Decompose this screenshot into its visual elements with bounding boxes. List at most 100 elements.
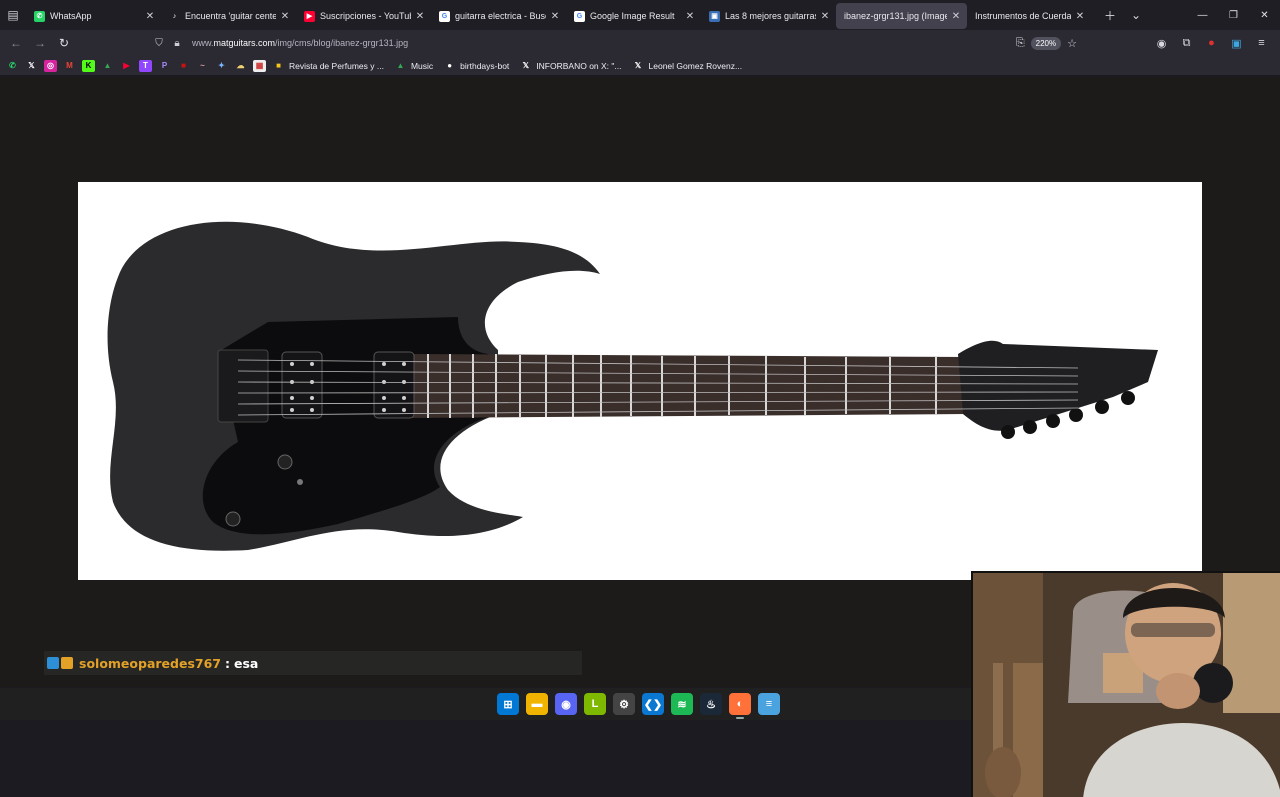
tab-title: Las 8 mejores guitarras eléc	[725, 11, 816, 21]
bookmark-item[interactable]: ▲ Music	[394, 60, 433, 72]
file-explorer-icon[interactable]: ▬	[526, 693, 548, 715]
tab-title: Suscripciones - YouTube	[320, 11, 411, 21]
close-window-icon[interactable]: ✕	[1249, 0, 1280, 30]
whatsapp-icon: ✆	[34, 10, 45, 22]
zoom-badge[interactable]: 220%	[1030, 36, 1062, 50]
bookmark-label: Music	[410, 60, 434, 71]
screenshot-icon[interactable]: ⎘	[1016, 37, 1025, 50]
live-app-icon[interactable]: L	[584, 693, 606, 715]
close-tab-icon[interactable]: ✕	[951, 11, 961, 22]
new-tab-icon[interactable]: ＋	[1097, 0, 1123, 30]
tab-5[interactable]: G Google Image Result ✕	[566, 3, 701, 29]
address-bar[interactable]: ⛉ 🔒︎ www.matguitars.com/img/cms/blog/iba…	[150, 33, 1080, 53]
bookmark-icon: ■	[276, 61, 281, 70]
youtube-bookmark-icon[interactable]: ▶	[120, 60, 133, 72]
taskbar: ⊞ ▬ ◉ L ⚙ ❮❯ ≋ ♨ ◐ ≡	[0, 688, 971, 720]
close-tab-icon[interactable]: ✕	[145, 11, 155, 22]
menu-icon[interactable]: ≡	[1249, 37, 1274, 49]
forward-icon[interactable]: →	[28, 30, 52, 56]
bookmark-label: Revista de Perfumes y ...	[289, 60, 384, 71]
url-domain: matguitars.com	[213, 38, 276, 48]
spotify-icon[interactable]: ≋	[671, 693, 693, 715]
site-icon: ▣	[709, 10, 720, 22]
tab-bar: ▤ ✆ WhatsApp ✕ ♪ Encuentra 'guitar center' e…	[0, 0, 1280, 30]
github-icon: ●	[447, 61, 453, 70]
close-tab-icon[interactable]: ✕	[550, 11, 560, 22]
drive-icon: ▲	[396, 61, 405, 70]
drive-bookmark-icon[interactable]: ▲	[101, 60, 114, 72]
minimize-icon[interactable]: —	[1187, 0, 1218, 30]
tab-title: Google Image Result	[590, 11, 675, 21]
url-path: /img/cms/blog/ibanez-grgr131.jpg	[275, 38, 409, 48]
bookmark-item[interactable]: 𝕏 INFORBANO on X: "...	[519, 60, 622, 72]
tab-1[interactable]: ✆ WhatsApp ✕	[26, 3, 161, 29]
url-text[interactable]: www.matguitars.com/img/cms/blog/ibanez-g…	[192, 38, 408, 48]
streamer-webcam-image	[973, 573, 1280, 797]
tab-4[interactable]: Gguitarra electrica - Buscar c ✕	[431, 3, 566, 29]
extension-blue-icon[interactable]: ▣	[1224, 37, 1249, 50]
youtube-icon: ▶	[304, 10, 315, 22]
tiktok-icon: ♪	[169, 10, 180, 22]
bookmark-label: birthdays-bot	[460, 60, 510, 71]
patreon-bookmark-icon[interactable]: P	[158, 60, 171, 72]
account-icon[interactable]: ◉	[1149, 37, 1174, 50]
extensions-icon[interactable]: ⧉	[1174, 37, 1199, 50]
chat-separator: :	[224, 655, 230, 671]
tab-title: Instrumentos de Cuerdas, Guitar	[975, 11, 1071, 21]
discord-icon[interactable]: ◉	[555, 693, 577, 715]
extension-red-icon[interactable]: ●	[1199, 37, 1224, 49]
firefox-icon[interactable]: ◐	[729, 693, 751, 719]
wave-bookmark-icon[interactable]: ~	[196, 60, 209, 72]
reload-icon[interactable]: ↻	[52, 30, 76, 56]
bookmark-item[interactable]: ● birthdays-bot	[443, 60, 509, 72]
tab-title: Encuentra 'guitar center' en	[185, 11, 276, 21]
tab-7[interactable]: ibanez-grgr131.jpg (Imagen JPEG) ✕	[836, 3, 967, 29]
bookmark-label: Leonel Gomez Rovenz...	[648, 60, 743, 71]
x-bookmark-icon[interactable]: 𝕏	[25, 60, 38, 72]
close-tab-icon[interactable]: ✕	[820, 11, 830, 22]
bookmark-item[interactable]: 𝕏 Leonel Gomez Rovenz...	[632, 60, 743, 72]
tab-3[interactable]: ▶ Suscripciones - YouTube ✕	[296, 3, 431, 29]
x-icon: 𝕏	[522, 61, 530, 70]
close-tab-icon[interactable]: ✕	[685, 11, 695, 22]
chevron-down-icon[interactable]: ⌄	[1123, 0, 1149, 30]
google-icon: G	[439, 10, 450, 22]
kick-bookmark-icon[interactable]: K	[82, 59, 95, 72]
twitch-bookmark-icon[interactable]: T	[139, 59, 152, 72]
url-prefix: www.	[192, 38, 214, 48]
close-tab-icon[interactable]: ✕	[280, 11, 290, 22]
cloud-bookmark-icon[interactable]: ☁	[234, 60, 247, 72]
lock-icon[interactable]: 🔒︎	[168, 38, 186, 49]
webcam-overlay	[971, 571, 1280, 797]
tab-8[interactable]: Instrumentos de Cuerdas, Guitar ✕	[967, 3, 1091, 29]
close-tab-icon[interactable]: ✕	[415, 11, 425, 22]
gmail-bookmark-icon[interactable]: M	[63, 60, 76, 72]
start-icon[interactable]: ⊞	[497, 693, 519, 715]
instagram-bookmark-icon[interactable]: ◎	[44, 59, 57, 72]
back-icon[interactable]: ←	[4, 30, 28, 56]
bookmark-item[interactable]: ■ Revista de Perfumes y ...	[272, 60, 384, 72]
bookmark-label: INFORBANO on X: "...	[536, 60, 622, 71]
tab-title: ibanez-grgr131.jpg (Imagen JPEG)	[844, 11, 947, 21]
close-tab-icon[interactable]: ✕	[1075, 11, 1085, 22]
prime-badge-icon	[47, 657, 59, 669]
whatsapp-bookmark-icon[interactable]: ✆	[6, 60, 19, 72]
image-bookmark-icon[interactable]: ▦	[253, 59, 266, 72]
steam-icon[interactable]: ♨	[700, 693, 722, 715]
guitar-image[interactable]	[78, 182, 1202, 580]
tab-2[interactable]: ♪ Encuentra 'guitar center' en ✕	[161, 3, 296, 29]
sparkle-bookmark-icon[interactable]: ✦	[215, 60, 228, 72]
bookmark-star-icon[interactable]: ☆	[1067, 37, 1077, 50]
settings-app-icon[interactable]: ⚙	[613, 693, 635, 715]
app-red-bookmark-icon[interactable]: ■	[177, 60, 190, 72]
shield-icon[interactable]: ⛉	[150, 38, 168, 49]
restore-icon[interactable]: ❐	[1218, 0, 1249, 30]
bookmarks-bar: ✆ 𝕏 ◎ M K ▲ ▶ T P ■ ~ ✦ ☁ ▦ ■ Revista de …	[0, 56, 1280, 76]
notepad-icon[interactable]: ≡	[758, 693, 780, 715]
tab-title: guitarra electrica - Buscar c	[455, 11, 546, 21]
chat-message: solomeoparedes767 : esa	[44, 651, 582, 675]
tab-title: WhatsApp	[50, 11, 92, 21]
tab-list-icon[interactable]: ▤	[0, 0, 26, 30]
tab-6[interactable]: ▣ Las 8 mejores guitarras eléc ✕	[701, 3, 836, 29]
vscode-icon[interactable]: ❮❯	[642, 693, 664, 715]
